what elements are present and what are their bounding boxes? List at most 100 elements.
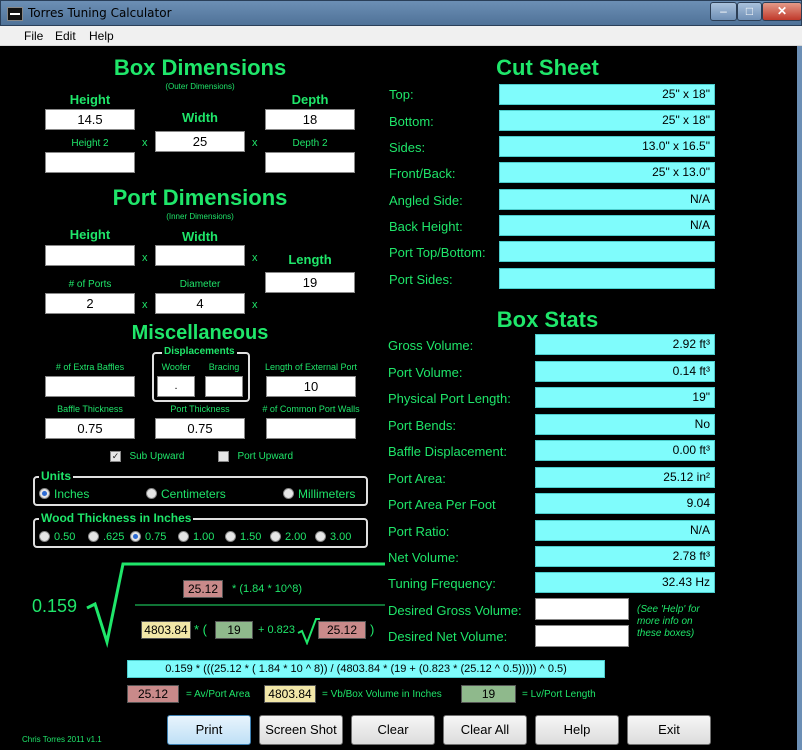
- x-separator: x: [142, 299, 148, 311]
- cut-portsides-label: Port Sides:: [389, 272, 453, 287]
- formula-lv: 19: [215, 621, 253, 639]
- cut-sides-label: Sides:: [389, 140, 426, 155]
- box-height2-input[interactable]: [45, 152, 135, 173]
- stat-portvol-label: Port Volume:: [388, 365, 463, 380]
- screenshot-button[interactable]: Screen Shot: [259, 715, 343, 745]
- radio-icon[interactable]: [130, 531, 141, 543]
- print-button[interactable]: Print: [167, 715, 251, 745]
- desired-gross-input[interactable]: [535, 598, 629, 620]
- radio-icon[interactable]: [270, 531, 281, 543]
- legend-vb-label: = Vb/Box Volume in Inches: [322, 689, 442, 700]
- box-stats-heading: Box Stats: [496, 307, 599, 332]
- cut-angled-label: Angled Side:: [389, 193, 463, 208]
- cut-backheight-label: Back Height:: [389, 219, 463, 234]
- radio-icon[interactable]: [315, 531, 326, 543]
- maximize-button[interactable]: □: [737, 2, 762, 21]
- port-thickness-input[interactable]: 0.75: [155, 418, 245, 439]
- clear-button[interactable]: Clear: [351, 715, 435, 745]
- port-upward-option[interactable]: Port Upward: [218, 448, 293, 466]
- legend-lv-label: = Lv/Port Length: [522, 689, 596, 700]
- cut-porttopbottom-value: [499, 241, 715, 262]
- radio-icon[interactable]: [39, 531, 50, 543]
- radio-icon[interactable]: [283, 488, 294, 500]
- cut-porttopbottom-label: Port Top/Bottom:: [389, 245, 486, 260]
- ext-port-input[interactable]: 10: [266, 376, 356, 397]
- wood-radio-150[interactable]: 1.50: [225, 528, 261, 546]
- misc-heading: Miscellaneous: [131, 322, 269, 344]
- radio-icon[interactable]: [146, 488, 157, 500]
- formula-plus-const: + 0.823: [258, 624, 296, 636]
- box-dimensions-heading: Box Dimensions: [113, 55, 287, 80]
- port-length-input[interactable]: 19: [265, 272, 355, 293]
- stat-baffle-value: 0.00 ft³: [535, 440, 715, 461]
- menu-help[interactable]: Help: [89, 29, 114, 43]
- sub-upward-checkbox[interactable]: ✓: [110, 451, 121, 463]
- app-icon: [7, 7, 23, 21]
- wood-radio-0625[interactable]: .625: [88, 528, 124, 546]
- menu-bar: File Edit Help: [0, 26, 802, 46]
- radio-icon[interactable]: [178, 531, 189, 543]
- stat-physport-value: 19": [535, 387, 715, 408]
- help-button[interactable]: Help: [535, 715, 619, 745]
- stat-bends-label: Port Bends:: [388, 418, 456, 433]
- exit-button[interactable]: Exit: [627, 715, 711, 745]
- credit-text: Chris Torres 2011 v1.1: [22, 735, 102, 744]
- x-separator: x: [252, 137, 258, 149]
- units-radio-centimeters[interactable]: Centimeters: [146, 485, 226, 503]
- small-sqrt-icon: [297, 618, 320, 645]
- menu-edit[interactable]: Edit: [55, 29, 76, 43]
- x-separator: x: [252, 252, 258, 264]
- desired-net-input[interactable]: [535, 625, 629, 647]
- legend-av-label: = Av/Port Area: [186, 689, 251, 700]
- menu-file[interactable]: File: [24, 29, 43, 43]
- bracing-input[interactable]: [205, 376, 243, 397]
- sub-upward-option[interactable]: ✓ Sub Upward: [110, 448, 184, 466]
- stat-ratio-label: Port Ratio:: [388, 524, 450, 539]
- port-width-input[interactable]: [155, 245, 245, 266]
- cut-top-value: 25" x 18": [499, 84, 715, 105]
- wood-radio-075[interactable]: 0.75: [130, 528, 166, 546]
- wood-radio-100[interactable]: 1.00: [178, 528, 214, 546]
- box-depth2-input[interactable]: [265, 152, 355, 173]
- radio-icon[interactable]: [225, 531, 236, 543]
- units-radio-inches[interactable]: Inches: [39, 485, 89, 503]
- legend-av-value: 25.12: [127, 685, 179, 703]
- wood-radio-050[interactable]: 0.50: [39, 528, 75, 546]
- stat-gross-value: 2.92 ft³: [535, 334, 715, 355]
- port-thickness-label: Port Thickness: [170, 404, 230, 414]
- legend-vb-value: 4803.84: [264, 685, 316, 703]
- legend-lv-value: 19: [461, 685, 516, 703]
- extra-baffles-input[interactable]: [45, 376, 135, 397]
- clear-all-button[interactable]: Clear All: [443, 715, 527, 745]
- cut-frontback-value: 25" x 13.0": [499, 162, 715, 183]
- displacements-title: Displacements: [162, 346, 237, 357]
- diameter-input[interactable]: 4: [155, 293, 245, 314]
- box-depth2-label: Depth 2: [292, 138, 328, 149]
- port-height-label: Height: [69, 227, 111, 242]
- stat-baffle-label: Baffle Displacement:: [388, 444, 507, 459]
- close-button[interactable]: ✕: [762, 2, 802, 21]
- wood-radio-300[interactable]: 3.00: [315, 528, 351, 546]
- box-height-input[interactable]: 14.5: [45, 109, 135, 130]
- port-upward-checkbox[interactable]: [218, 451, 229, 463]
- wood-radio-200[interactable]: 2.00: [270, 528, 306, 546]
- baffle-thickness-input[interactable]: 0.75: [45, 418, 135, 439]
- minimize-button[interactable]: –: [710, 2, 737, 21]
- box-depth-input[interactable]: 18: [265, 109, 355, 130]
- woofer-input[interactable]: .: [157, 376, 195, 397]
- stat-net-value: 2.78 ft³: [535, 546, 715, 567]
- formula-av-numerator: 25.12: [183, 580, 223, 598]
- num-ports-input[interactable]: 2: [45, 293, 135, 314]
- title-bar[interactable]: Torres Tuning Calculator – □ ✕: [0, 0, 802, 26]
- radio-icon[interactable]: [39, 488, 50, 500]
- common-walls-input[interactable]: [266, 418, 356, 439]
- stat-portarea-value: 25.12 in²: [535, 467, 715, 488]
- port-length-label: Length: [288, 252, 332, 267]
- formula-expression: 0.159 * (((25.12 * ( 1.84 * 10 ^ 8)) / (…: [127, 660, 605, 678]
- num-ports-label: # of Ports: [68, 279, 112, 290]
- port-height-input[interactable]: [45, 245, 135, 266]
- box-width-input[interactable]: 25: [155, 131, 245, 152]
- units-radio-millimeters[interactable]: Millimeters: [283, 485, 355, 503]
- ext-port-label: Length of External Port: [264, 362, 358, 372]
- radio-icon[interactable]: [88, 531, 99, 543]
